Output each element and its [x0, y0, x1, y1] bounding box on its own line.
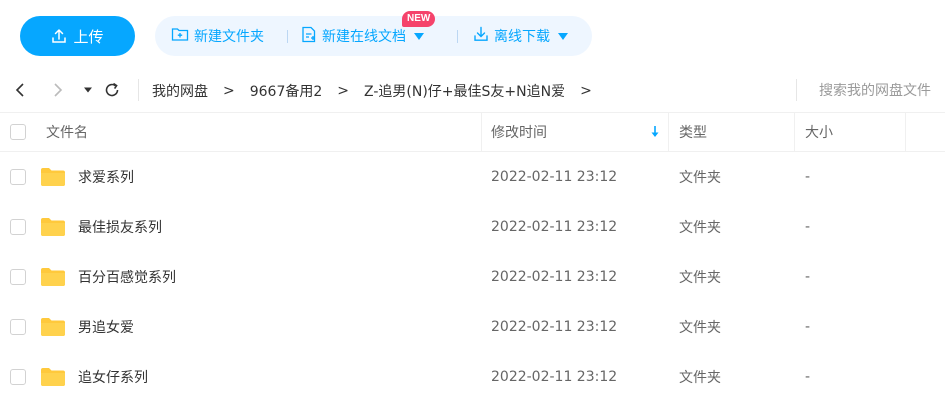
folder-icon — [40, 302, 66, 352]
breadcrumb-item[interactable]: 9667备用2 — [250, 81, 323, 101]
file-table: 文件名 修改时间 类型 大小 求爱系列 2022-02-11 23:12 文件夹… — [0, 112, 945, 402]
refresh-icon[interactable] — [102, 80, 122, 100]
new-badge: NEW — [402, 11, 436, 27]
row-checkbox[interactable] — [10, 319, 26, 335]
select-all-checkbox-cell — [10, 113, 26, 151]
breadcrumb-separator: > — [223, 83, 235, 99]
new-online-doc-label: 新建在线文档 — [322, 29, 406, 45]
column-divider — [668, 113, 669, 151]
sort-desc-icon[interactable] — [650, 125, 660, 143]
row-checkbox-cell — [10, 252, 26, 302]
select-all-checkbox[interactable] — [10, 124, 26, 140]
file-size: - — [805, 319, 811, 335]
offline-download-label: 离线下载 — [494, 29, 550, 45]
table-row[interactable]: 追女仔系列 2022-02-11 23:12 文件夹 - — [0, 352, 945, 402]
table-header: 文件名 修改时间 类型 大小 — [0, 112, 945, 152]
file-name[interactable]: 求爱系列 — [78, 152, 134, 202]
breadcrumb-item[interactable]: Z-追男(N)仔+最佳S友+N追N爱 — [364, 81, 565, 101]
row-checkbox[interactable] — [10, 169, 26, 185]
new-folder-button[interactable]: 新建文件夹 — [171, 16, 264, 56]
upload-button[interactable]: 上传 — [20, 16, 135, 56]
row-checkbox-cell — [10, 302, 26, 352]
forward-icon[interactable] — [48, 80, 68, 100]
row-checkbox-cell — [10, 352, 26, 402]
history-dropdown-icon[interactable] — [78, 80, 98, 100]
file-type: 文件夹 — [679, 220, 721, 236]
toolbar: 上传 新建文件夹 新建在线文档 离线下载 NEW — [0, 0, 945, 70]
folder-plus-icon — [171, 26, 189, 46]
folder-icon — [40, 202, 66, 252]
file-name[interactable]: 百分百感觉系列 — [78, 252, 176, 302]
modified-time: 2022-02-11 23:12 — [491, 169, 618, 185]
row-checkbox-cell — [10, 202, 26, 252]
modified-time: 2022-02-11 23:12 — [491, 269, 618, 285]
new-folder-label: 新建文件夹 — [194, 29, 264, 45]
upload-icon — [51, 28, 67, 44]
row-checkbox[interactable] — [10, 269, 26, 285]
breadcrumb: 我的网盘 > 9667备用2 > Z-追男(N)仔+最佳S友+N追N爱 > — [152, 70, 607, 112]
table-row[interactable]: 男追女爱 2022-02-11 23:12 文件夹 - — [0, 302, 945, 352]
download-icon — [473, 26, 489, 46]
row-checkbox[interactable] — [10, 369, 26, 385]
row-checkbox[interactable] — [10, 219, 26, 235]
divider — [457, 30, 458, 43]
table-row[interactable]: 百分百感觉系列 2022-02-11 23:12 文件夹 - — [0, 252, 945, 302]
file-size: - — [805, 219, 811, 235]
folder-icon — [40, 352, 66, 402]
column-header-name[interactable]: 文件名 — [46, 113, 88, 151]
upload-label: 上传 — [73, 27, 104, 46]
offline-download-button[interactable]: 离线下载 — [473, 16, 568, 56]
modified-time: 2022-02-11 23:12 — [491, 319, 618, 335]
file-type: 文件夹 — [679, 370, 721, 386]
table-body: 求爱系列 2022-02-11 23:12 文件夹 - 最佳损友系列 2022-… — [0, 152, 945, 402]
column-divider — [794, 113, 795, 151]
table-row[interactable]: 最佳损友系列 2022-02-11 23:12 文件夹 - — [0, 202, 945, 252]
file-name[interactable]: 追女仔系列 — [78, 352, 148, 402]
breadcrumb-bar: 我的网盘 > 9667备用2 > Z-追男(N)仔+最佳S友+N追N爱 > — [0, 70, 945, 112]
file-type: 文件夹 — [679, 170, 721, 186]
file-type: 文件夹 — [679, 270, 721, 286]
modified-time: 2022-02-11 23:12 — [491, 369, 618, 385]
column-header-type[interactable]: 类型 — [679, 113, 707, 151]
folder-icon — [40, 252, 66, 302]
column-divider — [481, 113, 482, 151]
breadcrumb-separator: > — [580, 83, 592, 99]
file-name[interactable]: 最佳损友系列 — [78, 202, 162, 252]
doc-plus-icon — [301, 26, 317, 47]
breadcrumb-item[interactable]: 我的网盘 — [152, 81, 208, 101]
chevron-down-icon — [414, 32, 424, 40]
back-icon[interactable] — [10, 80, 30, 100]
column-header-modified[interactable]: 修改时间 — [491, 113, 547, 151]
file-size: - — [805, 169, 811, 185]
action-group: 新建文件夹 新建在线文档 离线下载 — [155, 16, 592, 56]
divider — [796, 79, 797, 101]
file-size: - — [805, 369, 811, 385]
file-name[interactable]: 男追女爱 — [78, 302, 134, 352]
chevron-down-icon — [558, 32, 568, 40]
breadcrumb-separator: > — [337, 83, 350, 99]
search-input[interactable] — [806, 77, 945, 105]
row-checkbox-cell — [10, 152, 26, 202]
file-size: - — [805, 269, 811, 285]
divider — [138, 79, 139, 101]
divider — [287, 30, 288, 43]
modified-time: 2022-02-11 23:12 — [491, 219, 618, 235]
table-row[interactable]: 求爱系列 2022-02-11 23:12 文件夹 - — [0, 152, 945, 202]
folder-icon — [40, 152, 66, 202]
column-header-size[interactable]: 大小 — [805, 113, 833, 151]
column-divider — [905, 113, 906, 151]
file-type: 文件夹 — [679, 320, 721, 336]
